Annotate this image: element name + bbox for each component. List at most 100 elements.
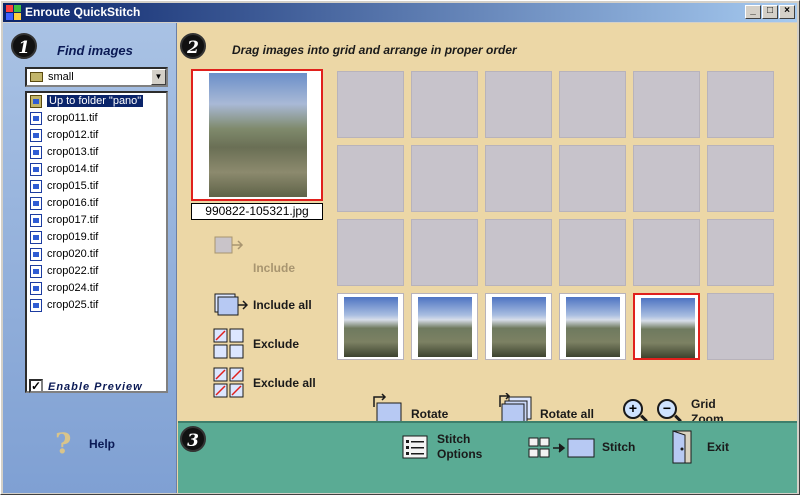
file-list-item[interactable]: crop017.tif [27,212,166,229]
folder-combo[interactable]: small ▼ [25,67,168,87]
stitch-bar: 3 Stitch Options Stitch Exit [178,421,797,493]
folder-up-icon [30,95,42,108]
help-icon[interactable]: ? [55,427,71,460]
include-button[interactable]: Include [253,261,295,275]
grid-cell[interactable] [411,145,478,212]
image-preview [191,69,323,201]
file-list-item[interactable]: crop013.tif [27,144,166,161]
exit-button[interactable]: Exit [707,440,729,454]
image-file-icon [30,197,42,210]
step-2-badge: 2 [180,33,206,59]
exclude-icon[interactable] [213,328,245,360]
grid-cell[interactable] [485,219,552,286]
grid-cell-thumbnail-selected[interactable] [633,293,700,360]
file-list-item[interactable]: crop019.tif [27,229,166,246]
file-list-item[interactable]: crop014.tif [27,161,166,178]
include-all-button[interactable]: Include all [253,298,312,312]
step-3-badge: 3 [180,426,206,452]
image-file-icon [30,112,42,125]
include-icon[interactable] [214,236,244,256]
exit-door-icon[interactable] [671,429,695,465]
grid-cell[interactable] [633,145,700,212]
image-file-icon [30,248,42,261]
grid-cell[interactable] [633,219,700,286]
image-file-icon [30,299,42,312]
grid-cell[interactable] [485,71,552,138]
folder-icon [30,72,43,82]
rotate-button[interactable]: Rotate [411,407,448,421]
image-file-icon [30,231,42,244]
preview-photo [209,73,307,197]
find-images-title: Find images [57,43,133,58]
minimize-button[interactable]: _ [745,5,761,19]
grid-cell[interactable] [337,145,404,212]
grid-cell[interactable] [411,71,478,138]
image-file-icon [30,282,42,295]
image-file-icon [30,265,42,278]
grid-cell[interactable] [337,219,404,286]
window-title: Enroute QuickStitch [25,5,141,19]
grid-cell[interactable] [559,145,626,212]
file-list-item[interactable]: Up to folder "pano" [27,93,166,110]
stitch-options-label-line2[interactable]: Options [437,447,482,461]
file-list-item[interactable]: crop016.tif [27,195,166,212]
grid-cell[interactable] [485,145,552,212]
stitch-button[interactable]: Stitch [602,440,635,454]
file-list-item[interactable]: crop020.tif [27,246,166,263]
grid-cell[interactable] [559,71,626,138]
enable-preview-label: Enable Preview [48,381,143,393]
image-file-icon [30,163,42,176]
grid-cell[interactable] [707,219,774,286]
zoom-out-icon[interactable]: − [657,399,677,419]
preview-filename: 990822-105321.jpg [191,203,323,220]
exclude-all-button[interactable]: Exclude all [253,376,316,390]
thumbnail-photo [641,298,695,358]
thumbnail-photo [566,297,620,357]
grid-cell-thumbnail[interactable] [411,293,478,360]
step-1-badge: 1 [11,33,37,59]
grid-cell[interactable] [337,71,404,138]
thumbnail-photo [418,297,472,357]
enable-preview-checkbox[interactable]: ✓ [29,379,43,393]
file-list-item[interactable]: crop024.tif [27,280,166,297]
file-list-item[interactable]: crop025.tif [27,297,166,314]
grid-cell[interactable] [707,71,774,138]
grid-cell[interactable] [707,145,774,212]
chevron-down-icon[interactable]: ▼ [151,69,166,85]
maximize-button[interactable]: □ [762,5,778,19]
file-list-item[interactable]: crop011.tif [27,110,166,127]
include-all-icon[interactable] [214,293,248,317]
app-icon [6,5,21,20]
thumbnail-photo [492,297,546,357]
close-button[interactable]: × [779,5,795,19]
client-area: 1 Find images small ▼ Up to folder "pano… [3,23,797,493]
find-images-panel: 1 Find images small ▼ Up to folder "pano… [3,23,177,493]
thumbnail-photo [344,297,398,357]
rotate-all-button[interactable]: Rotate all [540,407,594,421]
zoom-in-icon[interactable]: + [623,399,643,419]
stitch-icon[interactable] [528,437,596,459]
exclude-button[interactable]: Exclude [253,337,299,351]
file-list-item[interactable]: crop012.tif [27,127,166,144]
help-button[interactable]: Help [89,437,115,451]
image-file-icon [30,214,42,227]
image-file-icon [30,146,42,159]
grid-zoom-label-line1: Grid [691,397,716,411]
folder-combo-value: small [48,71,74,83]
title-bar[interactable]: Enroute QuickStitch _ □ × [3,3,797,22]
grid-cell[interactable] [411,219,478,286]
exclude-all-icon[interactable] [213,367,245,399]
grid-cell-thumbnail[interactable] [559,293,626,360]
file-list-item[interactable]: crop015.tif [27,178,166,195]
grid-cell-thumbnail[interactable] [485,293,552,360]
grid-cell[interactable] [633,71,700,138]
file-list-item[interactable]: crop022.tif [27,263,166,280]
grid-cell[interactable] [559,219,626,286]
file-list[interactable]: Up to folder "pano" crop011.tif crop012.… [25,91,168,393]
grid-cell-thumbnail[interactable] [337,293,404,360]
stitch-options-icon[interactable] [402,435,428,459]
grid-cell[interactable] [707,293,774,360]
app-window: Enroute QuickStitch _ □ × 1 Find images … [0,0,800,495]
arrange-instructions: Drag images into grid and arrange in pro… [232,43,517,57]
stitch-options-label-line1[interactable]: Stitch [437,432,470,446]
